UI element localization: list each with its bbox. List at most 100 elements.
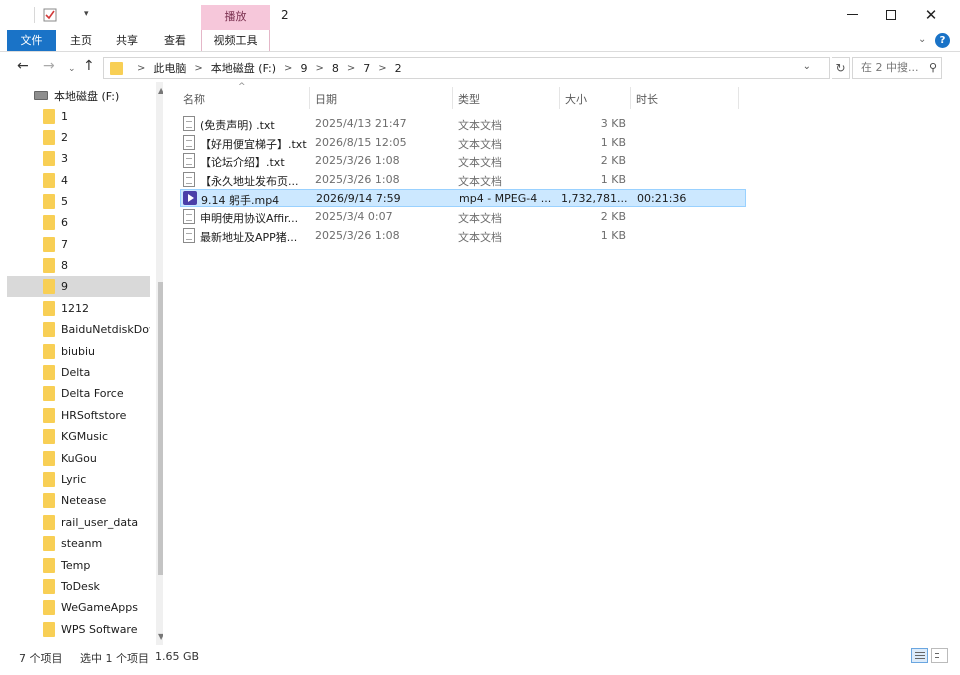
customize-toolbar-chevron-icon[interactable]: ▾ (84, 9, 89, 19)
tree-folder[interactable]: KGMusic (7, 426, 150, 447)
expand-ribbon-chevron-icon[interactable]: ⌄ (918, 34, 926, 45)
maximize-button[interactable] (881, 7, 901, 23)
address-history-chevron-icon[interactable]: ⌄ (803, 61, 811, 72)
file-row[interactable]: (免责声明) .txt 2025/4/13 21:47 文本文档 3 KB (180, 115, 735, 133)
tab-share[interactable]: 共享 (112, 30, 142, 51)
back-arrow-icon[interactable]: ← (17, 59, 29, 73)
properties-check-icon[interactable] (43, 8, 57, 22)
column-divider[interactable] (738, 87, 739, 109)
tree-folder-selected[interactable]: 9 (7, 276, 150, 297)
tree-folder[interactable]: BaiduNetdiskDow (7, 319, 150, 340)
tab-home[interactable]: 主页 (66, 30, 96, 51)
search-icon[interactable]: ⚲ (929, 58, 937, 78)
tree-folder[interactable]: Lyric (7, 469, 150, 490)
search-placeholder: 在 2 中搜... (861, 61, 919, 74)
column-header-type[interactable]: 类型 (458, 91, 480, 107)
recent-locations-chevron-icon[interactable]: ⌄ (68, 62, 76, 76)
tree-item-label: steanm (61, 537, 103, 550)
tree-folder[interactable]: 6 (7, 212, 150, 233)
tree-folder[interactable]: biubiu (7, 341, 150, 362)
file-date: 2025/3/4 0:07 (315, 210, 393, 223)
tree-folder[interactable]: Netease (7, 490, 150, 511)
column-header-duration[interactable]: 时长 (636, 91, 658, 107)
breadcrumb-separator[interactable]: > (347, 63, 355, 74)
breadcrumb-9[interactable]: 9 (300, 62, 307, 75)
file-row[interactable]: 最新地址及APP猪... 2025/3/26 1:08 文本文档 1 KB (180, 227, 735, 245)
text-file-icon (183, 228, 195, 243)
tree-folder[interactable]: WPS Software (7, 619, 150, 640)
breadcrumb-2[interactable]: 2 (395, 62, 402, 75)
tree-item-label: 2 (61, 131, 68, 144)
tab-file[interactable]: 文件 (7, 30, 56, 51)
file-list[interactable]: ^ 名称 日期 类型 大小 时长 (免责声明) .txt 2025/4/13 2… (170, 82, 960, 645)
tree-folder[interactable]: Temp (7, 555, 150, 576)
tree-item-label: Delta (61, 366, 91, 379)
folder-icon (43, 451, 55, 466)
column-header-name[interactable]: 名称 (183, 91, 205, 107)
details-view-icon[interactable] (911, 648, 928, 663)
scroll-up-icon[interactable]: ▲ (158, 86, 163, 95)
tree-folder[interactable]: ToDesk (7, 576, 150, 597)
tree-folder[interactable]: 5 (7, 191, 150, 212)
tree-folder[interactable]: 1 (7, 106, 150, 127)
breadcrumb-7[interactable]: 7 (363, 62, 370, 75)
tree-folder[interactable]: 1212 (7, 298, 150, 319)
tree-folder[interactable]: 3 (7, 148, 150, 169)
navigation-pane[interactable]: 本地磁盘 (F:) 1 2 3 4 5 6 7 8 9 1212 BaiduNe… (7, 82, 163, 645)
refresh-button[interactable]: ↻ (832, 57, 850, 79)
tree-item-label: 1212 (61, 302, 89, 315)
column-divider[interactable] (559, 87, 560, 109)
tree-item-drive-f[interactable]: 本地磁盘 (F:) (7, 85, 150, 106)
tree-folder[interactable]: 4 (7, 170, 150, 191)
tree-folder[interactable]: 7 (7, 234, 150, 255)
column-divider[interactable] (452, 87, 453, 109)
column-divider[interactable] (630, 87, 631, 109)
folder-icon (43, 515, 55, 530)
context-tab-play[interactable]: 播放 (201, 5, 270, 30)
breadcrumb-this-pc[interactable]: 此电脑 (153, 60, 186, 76)
search-input[interactable]: 在 2 中搜... ⚲ (852, 57, 942, 79)
minimize-button[interactable] (842, 7, 862, 23)
file-size: 1,732,781... (561, 192, 627, 205)
breadcrumb-separator[interactable]: > (194, 63, 202, 74)
scroll-down-icon[interactable]: ▼ (158, 632, 163, 641)
breadcrumb-separator[interactable]: > (315, 63, 323, 74)
column-divider[interactable] (309, 87, 310, 109)
up-arrow-icon[interactable]: ↑ (83, 59, 95, 73)
tree-folder[interactable]: HRSoftstore (7, 405, 150, 426)
tree-folder[interactable]: rail_user_data (7, 512, 150, 533)
text-file-icon (183, 135, 195, 150)
address-bar[interactable]: > 此电脑 > 本地磁盘 (F:) > 9 > 8 > 7 > 2 ⌄ (103, 57, 830, 79)
tree-folder[interactable]: Delta (7, 362, 150, 383)
scrollbar-thumb[interactable] (158, 282, 163, 575)
navigation-pane-scrollbar[interactable]: ▲ ▼ (156, 82, 163, 645)
file-row-selected[interactable]: 9.14 躬手.mp4 2026/9/14 7:59 mp4 - MPEG-4 … (180, 189, 746, 207)
file-row[interactable]: 【好用便宜梯子】.txt 2026/8/15 12:05 文本文档 1 KB (180, 134, 735, 152)
breadcrumb-drive-f[interactable]: 本地磁盘 (F:) (211, 60, 276, 76)
text-file-icon (183, 209, 195, 224)
file-row[interactable]: 申明使用协议Affir... 2025/3/4 0:07 文本文档 2 KB (180, 208, 735, 226)
column-header-date[interactable]: 日期 (315, 91, 337, 107)
tree-folder[interactable]: WeGameApps (7, 597, 150, 618)
help-icon[interactable]: ? (935, 33, 950, 48)
breadcrumb-8[interactable]: 8 (332, 62, 339, 75)
tree-item-label: WeGameApps (61, 601, 138, 614)
tree-folder[interactable]: Delta Force (7, 383, 150, 404)
column-header-size[interactable]: 大小 (565, 91, 587, 107)
file-row[interactable]: 【永久地址发布页... 2025/3/26 1:08 文本文档 1 KB (180, 171, 735, 189)
forward-arrow-icon[interactable]: → (43, 59, 55, 73)
tab-video-tools[interactable]: 视频工具 (201, 30, 270, 51)
tree-folder[interactable]: KuGou (7, 448, 150, 469)
breadcrumb-separator[interactable]: > (378, 63, 386, 74)
tree-folder[interactable]: steanm (7, 533, 150, 554)
tree-folder[interactable]: 2 (7, 127, 150, 148)
file-row[interactable]: 【论坛介绍】.txt 2025/3/26 1:08 文本文档 2 KB (180, 152, 735, 170)
tab-view[interactable]: 查看 (160, 30, 190, 51)
close-button[interactable]: ✕ (921, 7, 941, 23)
breadcrumb-separator[interactable]: > (284, 63, 292, 74)
large-icons-view-icon[interactable] (931, 648, 948, 663)
file-size: 1 KB (600, 229, 626, 242)
folder-icon (110, 61, 123, 75)
tree-folder[interactable]: 8 (7, 255, 150, 276)
breadcrumb-separator[interactable]: > (137, 63, 145, 74)
